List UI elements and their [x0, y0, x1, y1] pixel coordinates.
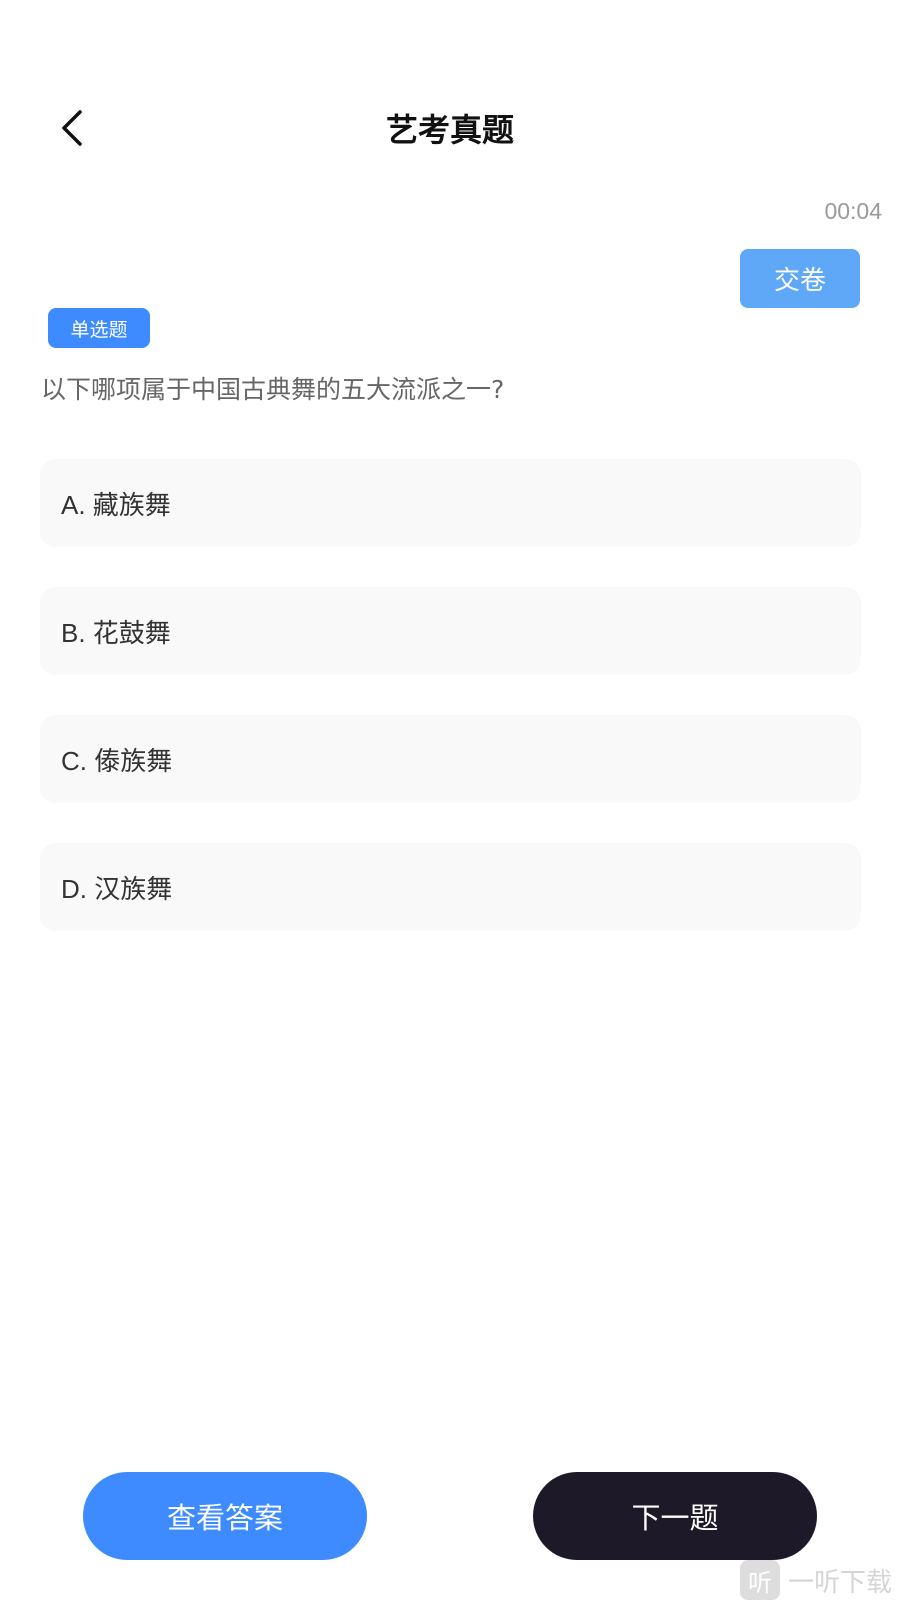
question-text: 以下哪项属于中国古典舞的五大流派之一?: [41, 375, 505, 404]
option-label: C. 傣族舞: [61, 745, 173, 776]
question-type-badge: 单选题: [48, 308, 150, 348]
option-label: A. 藏族舞: [61, 489, 171, 520]
option-c[interactable]: C. 傣族舞: [40, 715, 861, 803]
view-answer-button[interactable]: 查看答案: [83, 1472, 367, 1560]
option-label: D. 汉族舞: [61, 873, 173, 904]
quiz-page: 艺考真题 00:04 交卷 单选题 以下哪项属于中国古典舞的五大流派之一? A.…: [0, 0, 900, 1600]
watermark-text: 一听下载: [788, 1567, 893, 1598]
submit-button[interactable]: 交卷: [740, 249, 860, 308]
option-a[interactable]: A. 藏族舞: [40, 459, 861, 547]
timer: 00:04: [824, 198, 882, 224]
option-b[interactable]: B. 花鼓舞: [40, 587, 861, 675]
option-d[interactable]: D. 汉族舞: [40, 843, 861, 931]
page-title: 艺考真题: [385, 111, 514, 149]
watermark-logo-icon: 听: [740, 1560, 780, 1600]
option-label: B. 花鼓舞: [61, 617, 171, 648]
watermark: 听 一听下载: [740, 1560, 892, 1600]
next-question-button[interactable]: 下一题: [533, 1472, 817, 1560]
